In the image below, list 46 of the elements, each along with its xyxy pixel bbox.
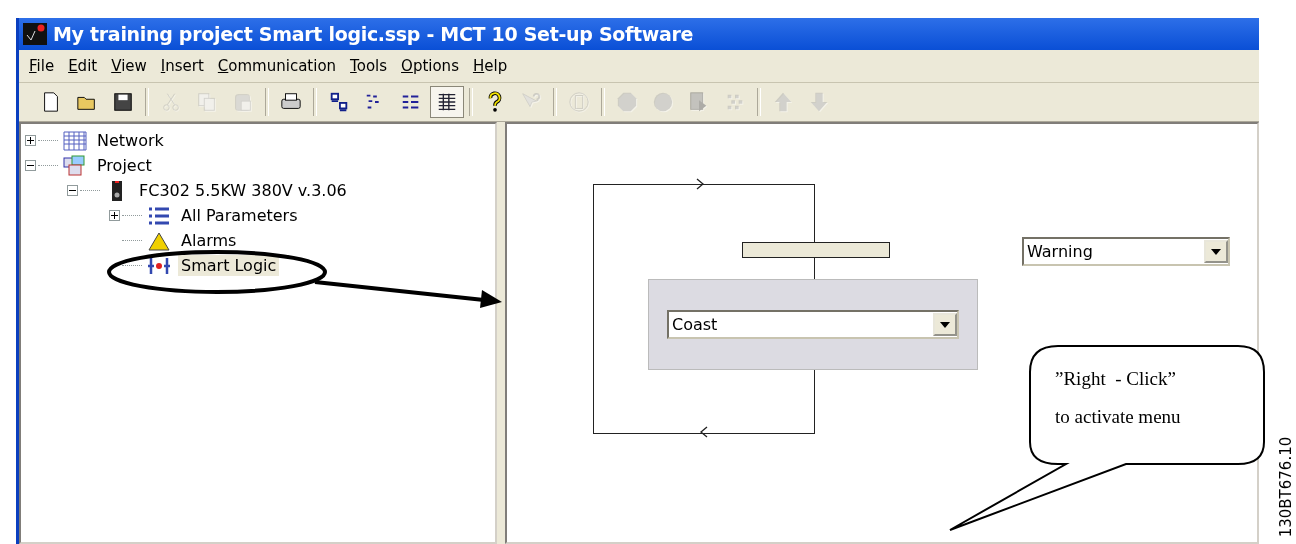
figure-code: 130BT676.10 — [1277, 435, 1295, 540]
stop-sign-icon — [616, 91, 638, 113]
callout-text: ”Right - Click” — [1055, 368, 1176, 390]
collapse-toggle[interactable] — [25, 160, 36, 171]
menu-item[interactable]: Options — [395, 57, 467, 75]
caret-down-icon — [1211, 248, 1221, 255]
window-title: My training project Smart logic.ssp - MCT 10 Set-up Software — [53, 23, 694, 45]
plus-icon — [27, 137, 34, 144]
app-logo-icon — [23, 23, 47, 45]
project-windows-icon — [62, 154, 88, 177]
tree-item[interactable]: All Parameters — [178, 205, 301, 226]
menu-item[interactable]: Insert — [154, 57, 212, 75]
menu-item[interactable]: View — [105, 57, 155, 75]
circle-icon — [652, 91, 674, 113]
dropdown-button[interactable] — [1204, 240, 1228, 263]
menu-item[interactable]: Communication — [211, 57, 345, 75]
tree-item[interactable]: Network — [94, 130, 167, 151]
down-arrow-icon — [808, 91, 830, 113]
large-icons-icon — [328, 91, 350, 113]
tree-item[interactable]: Alarms — [178, 230, 240, 251]
up-arrow-icon — [772, 91, 794, 113]
details-view-icon — [436, 91, 458, 113]
callout-text: to activate menu — [1055, 406, 1181, 428]
dropdown-button[interactable] — [933, 313, 957, 336]
caret-down-icon — [940, 321, 950, 328]
plus-icon — [111, 212, 118, 219]
scissors-icon — [160, 91, 182, 113]
menu-item[interactable]: Edit — [62, 57, 106, 75]
tree-item[interactable]: Smart Logic — [178, 255, 280, 276]
minus-icon — [27, 162, 34, 169]
event-dropdown[interactable]: Warning — [1022, 237, 1230, 266]
minus-icon — [69, 187, 76, 194]
device-icon — [568, 91, 590, 113]
expand-toggle[interactable] — [25, 135, 36, 146]
toolbar-button[interactable] — [430, 86, 464, 118]
menu-item[interactable]: Tools — [344, 57, 396, 75]
menu-item[interactable]: Help — [466, 57, 516, 75]
clipboard-icon — [232, 91, 254, 113]
grid-icon — [62, 129, 88, 152]
menu-item[interactable]: File — [23, 57, 63, 75]
tree-item[interactable]: FC302 5.5KW 380V v.3.06 — [136, 180, 350, 201]
tree-item[interactable]: Project — [94, 155, 155, 176]
action-dropdown[interactable]: Coast — [667, 310, 959, 339]
collapse-toggle[interactable] — [67, 185, 78, 196]
copy-icon — [196, 91, 218, 113]
expand-toggle[interactable] — [109, 210, 120, 221]
